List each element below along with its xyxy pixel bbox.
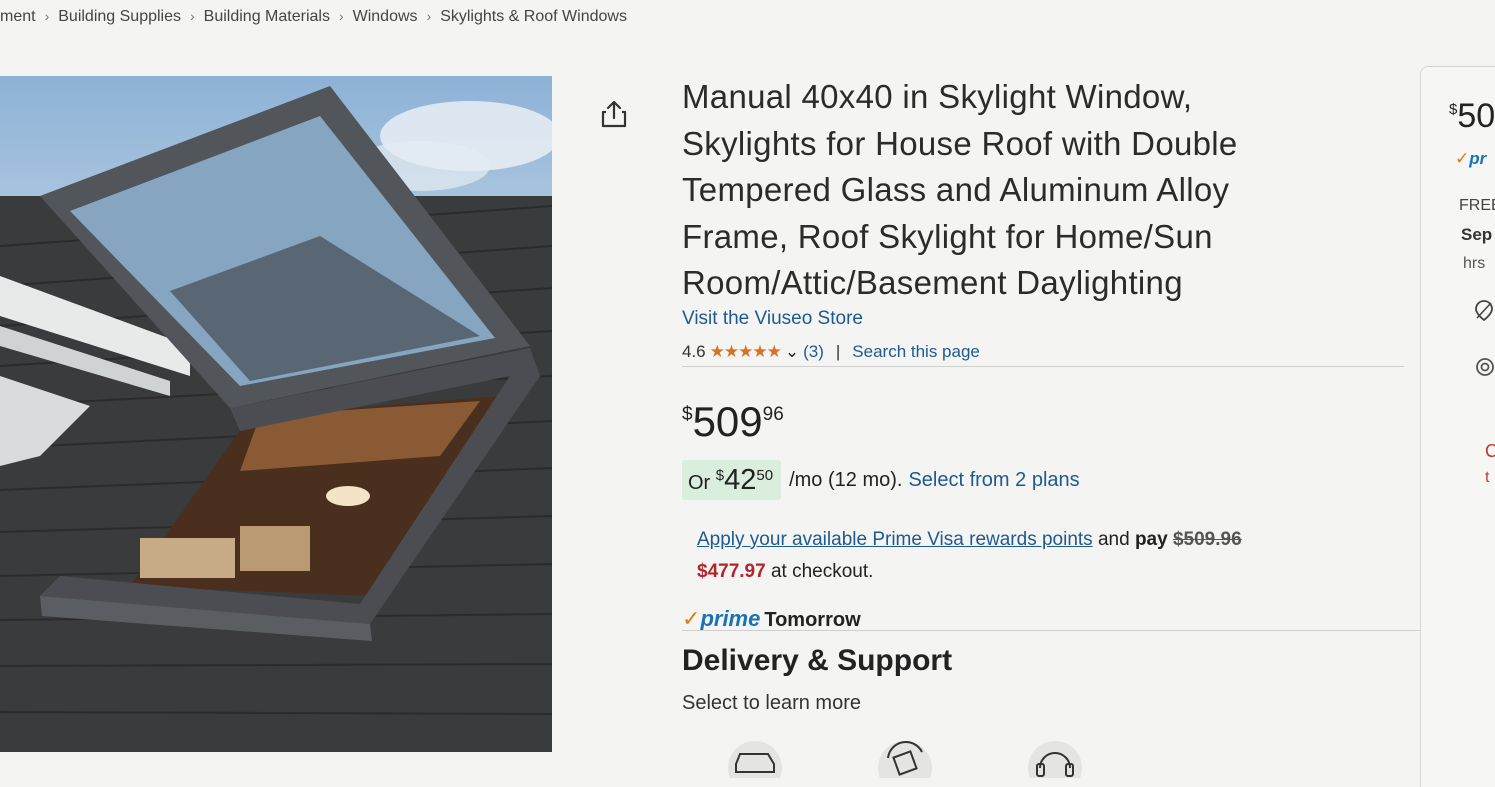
breadcrumb-separator: ›	[190, 8, 195, 24]
separator: |	[835, 342, 841, 361]
breadcrumb-separator: ›	[338, 8, 344, 24]
breadcrumb-item-windows[interactable]: Windows	[353, 8, 418, 25]
breadcrumb-item-building-supplies[interactable]: Building Supplies	[58, 8, 181, 25]
rating-count-link[interactable]: (3)	[803, 342, 824, 362]
divider	[682, 630, 1427, 631]
package-return-icon[interactable]	[878, 738, 932, 778]
product-title-line: Manual 40x40 in Skylight Window,	[682, 78, 1193, 115]
breadcrumb-item-skylights[interactable]: Skylights & Roof Windows	[440, 8, 627, 25]
skylight-illustration	[0, 86, 552, 752]
buybox-partial-text: C	[1485, 441, 1495, 462]
delivery-support-subtitle: Select to learn more	[682, 692, 861, 714]
price: $50996	[682, 398, 784, 446]
buybox-delivery-date: Sep	[1461, 225, 1493, 244]
buybox-prime-check-icon: ✓	[1455, 149, 1470, 168]
product-title: Manual 40x40 in Skylight Window, Skyligh…	[682, 74, 1322, 307]
breadcrumb-separator: ›	[44, 8, 50, 24]
chevron-down-icon[interactable]: ⌄	[785, 342, 799, 362]
monthly-prefix: Or	[688, 472, 711, 494]
breadcrumb-item-building-materials[interactable]: Building Materials	[204, 8, 330, 25]
rewards-new-price: $477.97	[697, 561, 766, 582]
rating-row: 4.6 ★★★★★ ⌄ (3) | Search this page	[682, 342, 980, 362]
monthly-price-badge: Or $4250	[682, 460, 782, 500]
breadcrumb-item-department[interactable]: ment	[0, 8, 36, 25]
monthly-symbol: $	[715, 467, 725, 484]
buy-box: $50 ✓pr FREE Sep hrs C t	[1420, 66, 1495, 787]
product-title-line: Frame, Roof Skylight for Home/Sun	[682, 217, 1213, 255]
monthly-whole: 42	[724, 464, 757, 496]
product-title-line: Skylights for House Roof with Double	[682, 124, 1238, 162]
buybox-prime: ✓pr	[1455, 149, 1486, 169]
rating-value: 4.6	[682, 342, 706, 361]
breadcrumb-separator: ›	[426, 8, 432, 24]
location-pin-icon[interactable]	[1473, 299, 1495, 321]
price-whole: 509	[692, 398, 763, 445]
buybox-partial-text: t	[1485, 469, 1490, 486]
divider	[682, 366, 1404, 367]
delivery-support-heading: Delivery & Support	[682, 644, 953, 677]
prime-logo: prime	[700, 606, 761, 631]
prime-delivery-day: Tomorrow	[764, 609, 861, 631]
buybox-price-value: 50	[1457, 97, 1495, 135]
product-title-line: Tempered Glass and Aluminum Alloy	[682, 171, 1230, 208]
price-symbol: $	[682, 404, 693, 425]
monthly-payment-row: Or $4250 /mo (12 mo). Select from 2 plan…	[682, 460, 1080, 500]
price-cents: 96	[762, 404, 784, 425]
buybox-order-within: hrs	[1463, 255, 1486, 272]
buybox-free-delivery: FREE	[1459, 197, 1495, 214]
apply-rewards-link[interactable]: Apply your available Prime Visa rewards …	[697, 529, 1093, 550]
rewards-original-price: $509.96	[1172, 529, 1242, 550]
star-rating-icon[interactable]: ★★★★★	[710, 342, 782, 362]
buybox-price-symbol: $	[1449, 101, 1458, 118]
rewards-and: and	[1097, 529, 1130, 550]
product-title-line: Room/Attic/Basement Daylighting	[682, 264, 1183, 301]
breadcrumb: ment › Building Supplies › Building Material…	[0, 8, 627, 26]
select-plans-link[interactable]: Select from 2 plans	[908, 469, 1079, 492]
car-icon[interactable]	[728, 738, 782, 778]
rewards-pay: pay	[1134, 529, 1168, 550]
product-image[interactable]	[0, 76, 552, 752]
rewards-offer: Apply your available Prime Visa rewards …	[697, 524, 1387, 588]
monthly-cents: 50	[756, 467, 774, 484]
visit-store-link[interactable]: Visit the Viuseo Store	[682, 308, 863, 330]
headset-icon[interactable]	[1028, 738, 1082, 778]
buybox-prime-word: pr	[1469, 149, 1487, 168]
monthly-term: /mo (12 mo).	[789, 468, 903, 491]
share-icon[interactable]	[598, 98, 630, 130]
prime-delivery-row: ✓ prime Tomorrow	[682, 606, 861, 632]
prime-check-icon: ✓	[682, 606, 701, 631]
rewards-suffix: at checkout.	[770, 561, 874, 582]
target-icon[interactable]	[1475, 357, 1495, 377]
search-this-page-link[interactable]: Search this page	[852, 342, 980, 362]
buybox-price: $50	[1449, 97, 1495, 136]
